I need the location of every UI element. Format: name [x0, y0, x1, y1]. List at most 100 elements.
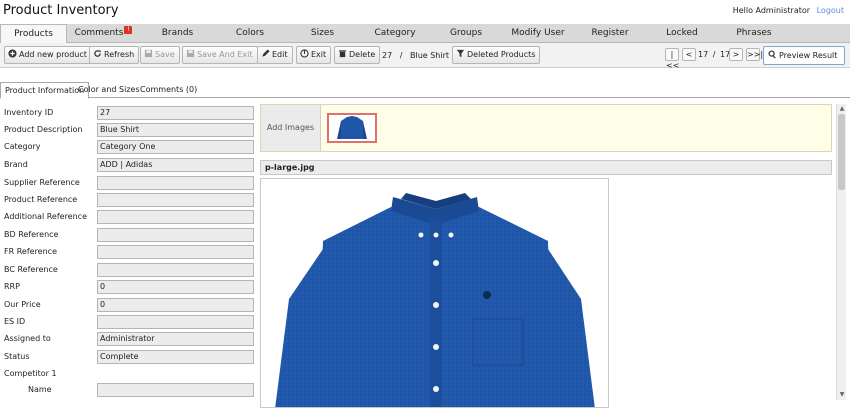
- image-filename: p-large.jpg: [260, 160, 832, 175]
- field-label: ES ID: [4, 317, 26, 326]
- field-label: Product Description: [4, 125, 83, 134]
- exit-icon: [300, 49, 309, 58]
- image-thumbnail[interactable]: [327, 113, 377, 143]
- field-label: Supplier Reference: [4, 178, 80, 187]
- title-bar: Product Inventory Hello Administrator Lo…: [0, 0, 850, 24]
- tab-label: Colors: [235, 28, 265, 38]
- button-label: Save: [155, 50, 175, 59]
- field-label: Category: [4, 142, 41, 151]
- bd-reference-field[interactable]: [97, 228, 254, 242]
- button-label: Delete: [349, 50, 376, 59]
- plus-circle-icon: [8, 49, 17, 58]
- last-page-button[interactable]: >>|: [746, 48, 763, 61]
- tab-brands[interactable]: Brands: [140, 24, 215, 43]
- tab-sizes[interactable]: Sizes: [285, 24, 360, 43]
- tab-colors[interactable]: Colors: [215, 24, 285, 43]
- our-price-field[interactable]: 0: [97, 298, 254, 312]
- tab-phrases[interactable]: Phrases: [718, 24, 790, 43]
- tab-label: Sizes: [310, 28, 335, 38]
- vertical-scrollbar[interactable]: ▲ ▼: [836, 104, 846, 400]
- save-and-exit-button[interactable]: Save And Exit: [182, 46, 258, 64]
- pencil-icon: [262, 49, 270, 57]
- search-icon: [768, 50, 776, 59]
- save-button[interactable]: Save: [140, 46, 180, 64]
- tab-color-and-sizes[interactable]: Color and Sizes: [74, 82, 144, 98]
- tab-products[interactable]: Products: [0, 24, 67, 44]
- page-separator: /: [712, 50, 716, 59]
- delete-button[interactable]: Delete: [334, 46, 381, 64]
- floppy-disk-icon: [186, 49, 195, 58]
- trash-icon: [338, 50, 347, 58]
- status-field[interactable]: Complete: [97, 350, 254, 364]
- tab-label: Product Information: [5, 86, 85, 95]
- field-label: Product Reference: [4, 195, 78, 204]
- bc-reference-field[interactable]: [97, 263, 254, 277]
- next-page-button[interactable]: >: [729, 48, 743, 61]
- shirt-image-icon: [275, 193, 595, 407]
- inventory-id-field[interactable]: 27: [97, 106, 254, 120]
- tab-label: Products: [14, 29, 53, 39]
- add-new-product-button[interactable]: Add new product: [4, 46, 92, 64]
- assigned-to-field[interactable]: Administrator: [97, 332, 254, 346]
- category-field[interactable]: Category One: [97, 140, 254, 154]
- filter-icon: [456, 49, 465, 58]
- scroll-up-icon[interactable]: ▲: [837, 104, 847, 114]
- additional-reference-field[interactable]: [97, 210, 254, 224]
- tab-label: Groups: [449, 28, 483, 38]
- app-title: Product Inventory: [3, 3, 119, 18]
- tab-label: Color and Sizes: [78, 85, 140, 94]
- tab-label: Brands: [161, 28, 194, 38]
- prev-page-button[interactable]: <: [682, 48, 696, 61]
- tab-comments[interactable]: Comments!: [67, 24, 140, 43]
- page-current: 17: [698, 50, 709, 59]
- field-label: Brand: [4, 160, 28, 169]
- es-id-field[interactable]: [97, 315, 254, 329]
- field-label: Inventory ID: [4, 108, 54, 117]
- product-description-field[interactable]: Blue Shirt: [97, 123, 254, 137]
- button-label: Deleted Products: [467, 50, 536, 59]
- tab-label: Comments: [74, 28, 124, 38]
- tab-label: Category: [374, 28, 416, 38]
- tab-register[interactable]: Register: [574, 24, 646, 43]
- rrp-field[interactable]: 0: [97, 280, 254, 294]
- preview-result-button[interactable]: Preview Result: [763, 46, 845, 65]
- add-images-button[interactable]: Add Images: [261, 105, 321, 151]
- button-label: Save And Exit: [197, 50, 253, 59]
- field-label: Competitor 1: [4, 369, 57, 378]
- supplier-reference-field[interactable]: [97, 176, 254, 190]
- tab-locked-products[interactable]: Locked Products: [646, 24, 718, 57]
- record-id: 27: [382, 51, 393, 60]
- scroll-down-icon[interactable]: ▼: [837, 390, 847, 400]
- refresh-icon: [94, 50, 101, 57]
- main-tabs: Products Comments! Brands Colors Sizes C…: [0, 24, 850, 57]
- exit-button[interactable]: Exit: [296, 46, 332, 64]
- button-label: Exit: [311, 50, 327, 59]
- deleted-products-button[interactable]: Deleted Products: [452, 46, 541, 64]
- button-label: Edit: [272, 50, 288, 59]
- edit-button[interactable]: Edit: [257, 46, 293, 64]
- field-label: Additional Reference: [4, 212, 87, 221]
- tab-groups[interactable]: Groups: [430, 24, 502, 43]
- image-gallery: Add Images: [260, 104, 832, 152]
- field-label: RRP: [4, 282, 20, 291]
- logout-link[interactable]: Logout: [817, 6, 844, 15]
- shirt-thumbnail-icon: [337, 116, 367, 139]
- first-page-button[interactable]: |<<: [665, 48, 679, 70]
- refresh-button[interactable]: Refresh: [89, 46, 140, 64]
- field-label: Status: [4, 352, 30, 361]
- brand-field[interactable]: ADD | Adidas: [97, 158, 254, 172]
- competitor-name-field[interactable]: [97, 383, 254, 397]
- product-image: [260, 178, 609, 408]
- sub-tabs: Product Information Color and Sizes Comm…: [0, 82, 850, 99]
- tab-modify-user[interactable]: Modify User: [502, 24, 574, 43]
- fr-reference-field[interactable]: [97, 245, 254, 259]
- record-separator: /: [399, 51, 403, 60]
- tab-label: Comments (0): [140, 85, 198, 94]
- product-reference-field[interactable]: [97, 193, 254, 207]
- tab-category[interactable]: Category: [360, 24, 430, 43]
- scrollbar-thumb[interactable]: [838, 114, 845, 190]
- tab-label: Phrases: [736, 28, 772, 38]
- button-label: Add new product: [19, 50, 87, 59]
- tab-product-comments[interactable]: Comments (0): [136, 82, 201, 98]
- record-info: 27 / Blue Shirt: [382, 51, 449, 60]
